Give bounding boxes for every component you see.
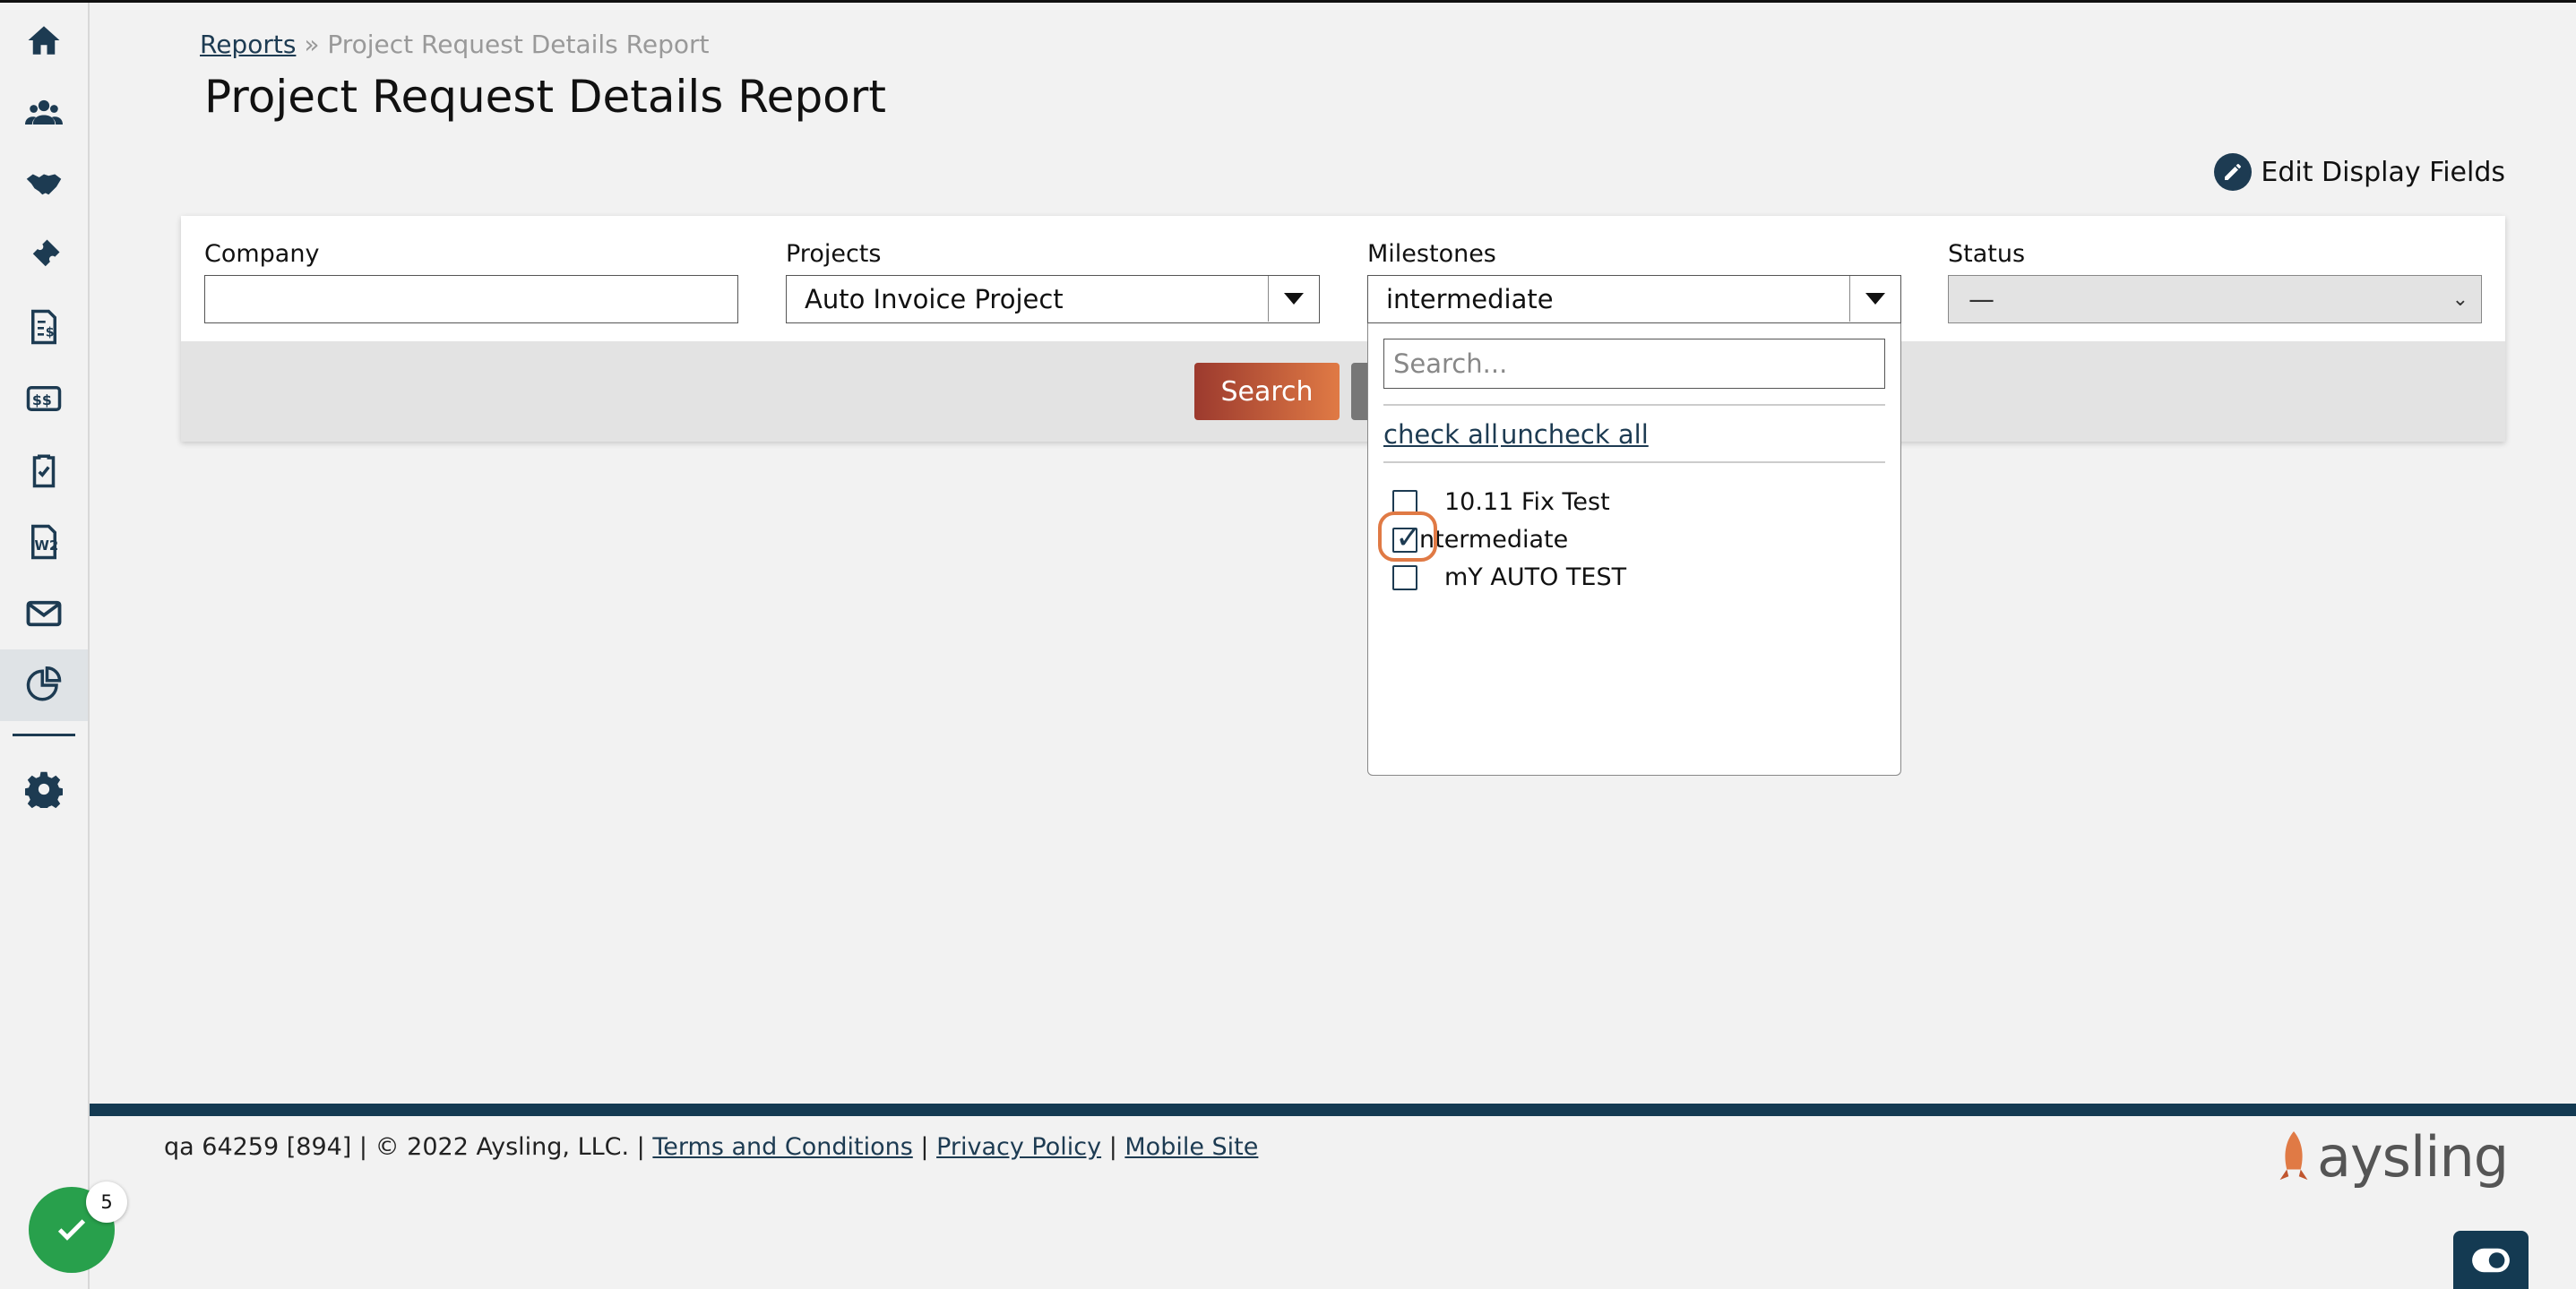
milestone-option-label: mY AUTO TEST bbox=[1444, 563, 1627, 591]
svg-text:$$: $$ bbox=[32, 391, 52, 408]
w2-form-icon: W2 bbox=[31, 524, 59, 560]
caret-down-icon[interactable] bbox=[1268, 276, 1319, 322]
footer-info: qa 64259 [894] | © 2022 Aysling, LLC. | bbox=[164, 1133, 645, 1161]
privacy-link[interactable]: Privacy Policy bbox=[936, 1133, 1101, 1161]
gear-icon bbox=[25, 771, 63, 808]
uncheck-all-link[interactable]: uncheck all bbox=[1501, 419, 1649, 450]
page-title: Project Request Details Report bbox=[204, 71, 886, 123]
projects-selected-value: Auto Invoice Project bbox=[805, 284, 1064, 314]
sidebar-item-clients[interactable] bbox=[0, 148, 88, 219]
sidebar-item-payments[interactable]: $$ bbox=[0, 363, 88, 434]
breadcrumb-current: Project Request Details Report bbox=[327, 30, 710, 59]
sidebar-item-reports[interactable] bbox=[0, 649, 88, 721]
milestones-dropdown[interactable]: intermediate bbox=[1367, 275, 1901, 323]
checkmark-icon bbox=[57, 1219, 86, 1241]
exchange-icon: $$ bbox=[26, 386, 62, 411]
breadcrumb-reports-link[interactable]: Reports bbox=[200, 30, 296, 59]
milestone-search-input[interactable]: Search... bbox=[1383, 339, 1885, 389]
focus-highlight-ring bbox=[1378, 511, 1437, 562]
clipboard-check-icon bbox=[32, 454, 56, 488]
company-label: Company bbox=[204, 240, 320, 268]
projects-dropdown[interactable]: Auto Invoice Project bbox=[786, 275, 1320, 323]
sidebar-divider bbox=[13, 734, 75, 736]
status-selected-value: — bbox=[1969, 284, 1994, 314]
sidebar-item-tasks[interactable] bbox=[0, 434, 88, 506]
sidebar: $ $$ W2 bbox=[0, 3, 90, 1289]
svg-text:$: $ bbox=[46, 326, 55, 340]
ticket-icon bbox=[32, 239, 60, 267]
toggle-icon bbox=[2472, 1248, 2510, 1272]
rocket-icon bbox=[2276, 1131, 2312, 1183]
panel-divider bbox=[1383, 461, 1885, 463]
sidebar-item-messages[interactable] bbox=[0, 578, 88, 649]
aysling-logo: aysling bbox=[2276, 1128, 2509, 1187]
milestone-option[interactable]: mY AUTO TEST bbox=[1392, 563, 1626, 591]
sidebar-item-tickets[interactable] bbox=[0, 219, 88, 291]
edit-display-fields-button[interactable]: Edit Display Fields bbox=[2214, 153, 2505, 191]
milestones-label: Milestones bbox=[1367, 240, 1496, 268]
mobile-site-link[interactable]: Mobile Site bbox=[1124, 1133, 1258, 1161]
tasks-count-badge: 5 bbox=[86, 1182, 127, 1223]
users-icon bbox=[25, 99, 63, 125]
filter-actions-bar: Search bbox=[181, 341, 2505, 442]
invoice-icon: $ bbox=[31, 309, 56, 345]
sidebar-item-home[interactable] bbox=[0, 4, 88, 76]
footer-bar bbox=[90, 1104, 2576, 1116]
sidebar-item-tax-forms[interactable]: W2 bbox=[0, 506, 88, 578]
milestone-option-label: 10.11 Fix Test bbox=[1444, 488, 1610, 516]
footer: qa 64259 [894] | © 2022 Aysling, LLC. | … bbox=[164, 1133, 1258, 1161]
edit-display-fields-label: Edit Display Fields bbox=[2261, 156, 2505, 188]
sidebar-item-invoices[interactable]: $ bbox=[0, 291, 88, 363]
milestones-dropdown-panel: Search... check all uncheck all 10.11 Fi… bbox=[1367, 323, 1901, 776]
company-input[interactable] bbox=[204, 275, 738, 323]
toggle-widget-button[interactable] bbox=[2453, 1231, 2529, 1289]
home-icon bbox=[28, 26, 60, 55]
checkbox[interactable] bbox=[1392, 564, 1417, 590]
status-label: Status bbox=[1948, 240, 2026, 268]
chevron-down-icon: ⌄ bbox=[2451, 288, 2468, 311]
status-select[interactable]: — ⌄ bbox=[1948, 275, 2482, 323]
breadcrumb-separator: » bbox=[304, 30, 320, 59]
check-all-link[interactable]: check all bbox=[1383, 419, 1498, 450]
milestones-selected-value: intermediate bbox=[1386, 284, 1554, 314]
svg-text:W2: W2 bbox=[35, 537, 59, 554]
brand-wordmark: aysling bbox=[2317, 1124, 2509, 1190]
reports-chart-icon bbox=[26, 666, 62, 701]
pencil-icon bbox=[2214, 153, 2253, 191]
sidebar-item-users[interactable] bbox=[0, 76, 88, 148]
terms-link[interactable]: Terms and Conditions bbox=[652, 1133, 912, 1161]
caret-down-icon[interactable] bbox=[1849, 276, 1900, 322]
footer-separator: | bbox=[920, 1133, 929, 1161]
sidebar-item-settings[interactable] bbox=[0, 753, 88, 825]
handshake-icon bbox=[26, 174, 62, 195]
breadcrumb: Reports » Project Request Details Report bbox=[200, 30, 709, 59]
panel-divider bbox=[1383, 404, 1885, 406]
filter-panel: Search Company Projects Auto Invoice Pro… bbox=[181, 216, 2505, 442]
footer-separator: | bbox=[1108, 1133, 1117, 1161]
projects-label: Projects bbox=[786, 240, 882, 268]
milestone-option-label: ntermediate bbox=[1419, 526, 1569, 554]
search-button[interactable]: Search bbox=[1194, 363, 1340, 420]
mail-icon bbox=[26, 600, 62, 627]
